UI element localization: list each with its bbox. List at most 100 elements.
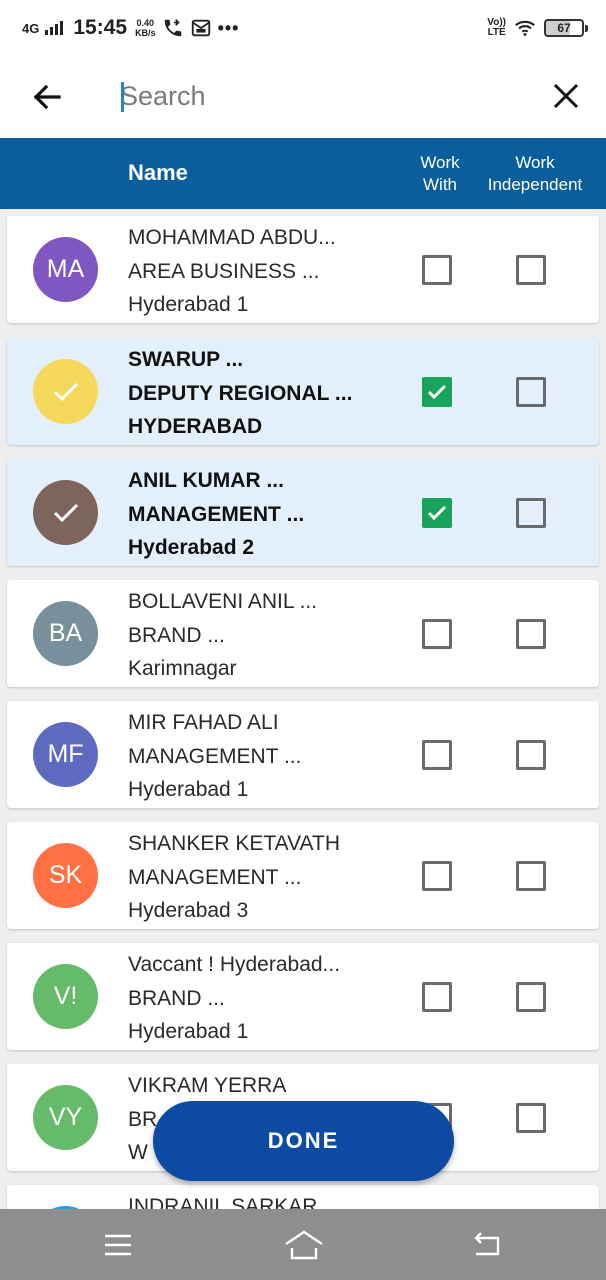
back-icon	[474, 1232, 500, 1256]
employee-designation: DEPUTY REGIONAL ...	[128, 381, 353, 405]
work-independent-checkbox[interactable]	[516, 861, 546, 891]
work-independent-checkbox[interactable]	[516, 498, 546, 528]
employee-name: Vaccant ! Hyderabad...	[128, 953, 341, 976]
check-icon	[53, 382, 78, 401]
clear-search-button[interactable]	[546, 76, 586, 116]
home-icon	[285, 1230, 323, 1260]
work-independent-checkbox[interactable]	[516, 1103, 546, 1133]
employee-info: Vaccant ! Hyderabad... BRAND ... Hyderab…	[128, 948, 398, 1049]
check-icon	[53, 503, 78, 522]
work-with-checkbox[interactable]	[422, 740, 452, 770]
avatar-initials: MF	[47, 740, 84, 768]
employee-location: Hyderabad 1	[128, 293, 249, 316]
avatar: MA	[33, 237, 98, 302]
work-with-checkbox[interactable]	[422, 255, 452, 285]
avatar: V!	[33, 964, 98, 1029]
done-button-label: DONE	[267, 1128, 340, 1153]
header-work-with-line2: With	[423, 175, 457, 194]
list-item[interactable]: INDRANIL SARKAR	[7, 1185, 599, 1209]
work-with-checkbox[interactable]	[422, 377, 452, 407]
employee-name: ANIL KUMAR ...	[128, 469, 284, 492]
signal-icon	[45, 21, 64, 35]
employee-designation: MANAGEMENT ...	[128, 744, 302, 768]
employee-designation: AREA BUSINESS ...	[128, 259, 320, 283]
employee-location: Hyderabad 1	[128, 778, 249, 801]
back-button[interactable]	[28, 78, 66, 116]
employee-designation: BRAND ...	[128, 986, 225, 1010]
volte-bottom: LTE	[487, 27, 506, 38]
work-independent-checkbox[interactable]	[516, 619, 546, 649]
employee-info: BOLLAVENI ANIL ... BRAND ... Karimnagar	[128, 585, 398, 686]
employee-info: SHANKER KETAVATH MANAGEMENT ... Hyderaba…	[128, 827, 398, 928]
speed-unit: KB/s	[135, 28, 156, 38]
checkmark-icon	[427, 505, 447, 521]
employee-info: MIR FAHAD ALI MANAGEMENT ... Hyderabad 1	[128, 706, 398, 807]
employee-info: MOHAMMAD ABDU... AREA BUSINESS ... Hyder…	[128, 221, 398, 322]
work-with-checkbox[interactable]	[422, 619, 452, 649]
employee-name: INDRANIL SARKAR	[128, 1195, 318, 1209]
list-item[interactable]: MF MIR FAHAD ALI MANAGEMENT ... Hyderaba…	[7, 701, 599, 808]
header-work-independent-line2: Independent	[487, 175, 583, 194]
system-nav-bar	[0, 1209, 606, 1280]
status-left: 4G 15:45 0.40 KB/s •••	[22, 16, 239, 40]
volte-indicator: Vo)) LTE	[487, 18, 506, 38]
list-item[interactable]: SWARUP ... DEPUTY REGIONAL ... HYDERABAD	[7, 338, 599, 445]
header-work-with: Work With	[410, 152, 470, 196]
text-caret	[121, 82, 124, 112]
battery-level: 67	[557, 21, 571, 35]
avatar-initials: V!	[53, 982, 78, 1010]
employee-name: MIR FAHAD ALI	[128, 711, 279, 734]
network-type: 4G	[22, 20, 40, 36]
list-item[interactable]: V! Vaccant ! Hyderabad... BRAND ... Hyde…	[7, 943, 599, 1050]
header-work-independent: Work Independent	[474, 152, 596, 196]
avatar: BA	[33, 601, 98, 666]
employee-name: SWARUP ...	[128, 348, 244, 371]
list-item[interactable]: ANIL KUMAR ... MANAGEMENT ... Hyderabad …	[7, 459, 599, 566]
employee-location: Hyderabad 1	[128, 1020, 249, 1043]
avatar-initials: VY	[48, 1103, 83, 1131]
recent-apps-button[interactable]	[100, 1229, 136, 1261]
done-button[interactable]: DONE	[153, 1101, 454, 1181]
work-independent-checkbox[interactable]	[516, 377, 546, 407]
work-independent-checkbox[interactable]	[516, 740, 546, 770]
home-button[interactable]	[284, 1229, 324, 1261]
employee-location: HYDERABAD	[128, 415, 263, 438]
avatar: VY	[33, 1085, 98, 1150]
work-independent-checkbox[interactable]	[516, 982, 546, 1012]
employee-location: Karimnagar	[128, 657, 237, 680]
employee-list[interactable]: MA MOHAMMAD ABDU... AREA BUSINESS ... Hy…	[0, 209, 606, 1209]
avatar	[33, 480, 98, 545]
work-with-checkbox[interactable]	[422, 861, 452, 891]
employee-info: SWARUP ... DEPUTY REGIONAL ... HYDERABAD	[128, 343, 398, 444]
status-right: Vo)) LTE 67	[487, 17, 588, 39]
header-name: Name	[128, 160, 188, 185]
message-icon	[191, 19, 210, 37]
work-independent-checkbox[interactable]	[516, 255, 546, 285]
employee-info: ANIL KUMAR ... MANAGEMENT ... Hyderabad …	[128, 464, 398, 565]
close-icon	[553, 83, 579, 109]
avatar-initials: BA	[48, 619, 83, 647]
work-with-checkbox[interactable]	[422, 982, 452, 1012]
back-arrow-icon	[33, 84, 61, 110]
employee-name: VIKRAM YERRA	[128, 1074, 287, 1097]
menu-icon	[105, 1234, 131, 1256]
avatar: SK	[33, 843, 98, 908]
clock: 15:45	[73, 16, 128, 39]
employee-info: INDRANIL SARKAR	[128, 1190, 398, 1209]
employee-designation: MANAGEMENT ...	[128, 865, 302, 889]
employee-name: BOLLAVENI ANIL ...	[128, 590, 318, 613]
header-work-independent-line1: Work	[515, 153, 555, 172]
system-back-button[interactable]	[470, 1229, 506, 1261]
list-item[interactable]: SK SHANKER KETAVATH MANAGEMENT ... Hyder…	[7, 822, 599, 929]
employee-name: MOHAMMAD ABDU...	[128, 226, 336, 249]
search-input[interactable]	[120, 74, 520, 118]
network-speed: 0.40 KB/s	[135, 18, 156, 38]
work-with-checkbox[interactable]	[422, 498, 452, 528]
checkmark-icon	[427, 384, 447, 400]
list-item[interactable]: BA BOLLAVENI ANIL ... BRAND ... Karimnag…	[7, 580, 599, 687]
employee-designation: BRAND ...	[128, 623, 225, 647]
search-bar	[0, 56, 606, 138]
employee-location: Hyderabad 3	[128, 899, 249, 922]
speed-value: 0.40	[136, 18, 155, 28]
list-item[interactable]: MA MOHAMMAD ABDU... AREA BUSINESS ... Hy…	[7, 216, 599, 323]
